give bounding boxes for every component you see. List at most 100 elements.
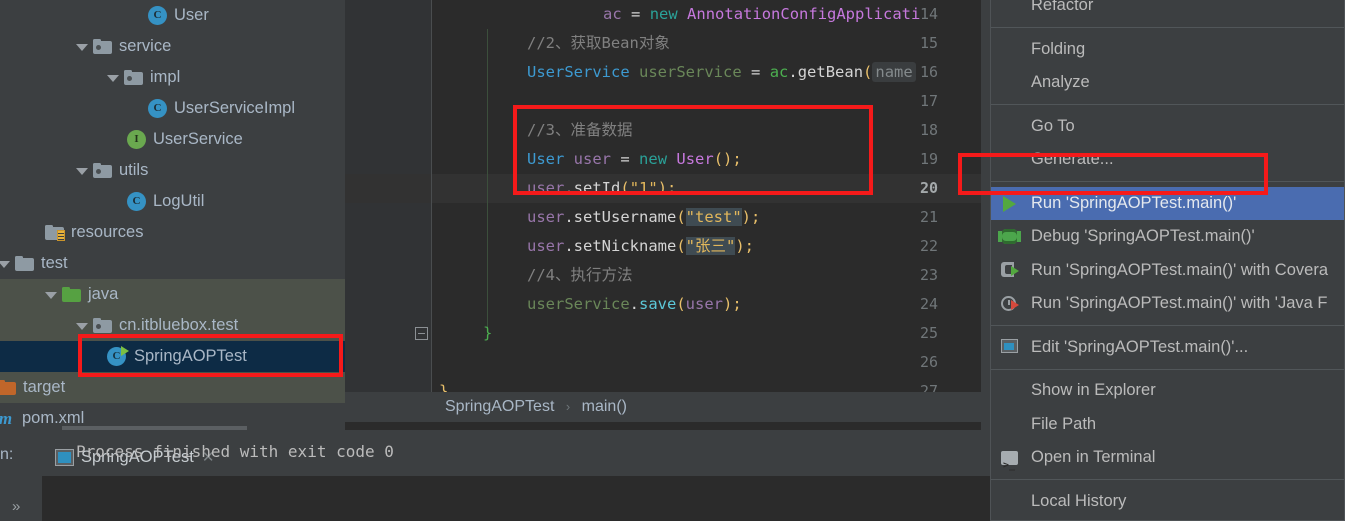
package-folder-icon <box>93 38 112 54</box>
editor-right-edge <box>981 0 985 430</box>
menu-item-label: Run 'SpringAOPTest.main()' with 'Java F <box>1031 294 1328 312</box>
code-token: user <box>685 295 723 313</box>
menu-item-refactor[interactable]: Refactor <box>991 0 1344 23</box>
tree-item-java[interactable]: java <box>0 279 345 310</box>
breadcrumb-class[interactable]: SpringAOPTest <box>445 398 554 415</box>
chevron-down-icon[interactable] <box>45 288 58 301</box>
maven-icon: m <box>0 409 13 428</box>
code-token: User <box>676 150 714 168</box>
console-output-area[interactable] <box>42 476 990 521</box>
code-line-14: ac = new AnnotationConfigApplicati <box>345 0 985 29</box>
code-token: user <box>527 237 565 255</box>
tree-item-label: resources <box>71 223 144 241</box>
code-token: ); <box>657 179 677 197</box>
chevron-down-icon[interactable] <box>76 40 89 53</box>
tree-item-impl[interactable]: impl <box>0 62 345 93</box>
tree-item-label: java <box>88 285 119 303</box>
code-line-22: user.setNickname("张三"); <box>345 232 985 261</box>
ide-window: C User service impl C UserServiceImpl I … <box>0 0 1345 521</box>
menu-item-run-with-coverage[interactable]: Run 'SpringAOPTest.main()' with Covera <box>991 254 1344 288</box>
menu-item-show-in-explorer[interactable]: Show in Explorer <box>991 374 1344 408</box>
menu-item-label: Open in Terminal <box>1031 448 1156 466</box>
code-token: ac <box>769 63 789 81</box>
code-editor[interactable]: 14 15 16 17 18 19 20 21 22 23 24 25 26 2… <box>345 0 985 430</box>
menu-item-label: File Path <box>1031 414 1097 433</box>
tree-item-logutil[interactable]: C LogUtil <box>0 186 345 217</box>
code-token: . <box>788 63 798 81</box>
code-token: User <box>527 150 565 168</box>
parameter-hint: name <box>872 62 916 82</box>
breadcrumb-separator: › <box>565 399 571 414</box>
menu-item-run-main[interactable]: Run 'SpringAOPTest.main()' <box>991 186 1344 220</box>
tree-item-label: impl <box>150 68 181 86</box>
menu-item-generate[interactable]: Generate... <box>991 143 1344 177</box>
interface-icon: I <box>127 130 146 149</box>
menu-separator <box>991 368 1344 370</box>
menu-item-folding[interactable]: Folding <box>991 33 1344 67</box>
code-token: "1" <box>629 179 658 197</box>
tree-item-package[interactable]: cn.itbluebox.test <box>0 310 345 341</box>
code-token: ); <box>741 208 761 226</box>
tree-item-userserviceimpl[interactable]: C UserServiceImpl <box>0 93 345 124</box>
menu-item-open-in-terminal[interactable]: Open in Terminal <box>991 441 1344 482</box>
tree-item-user[interactable]: C User <box>0 0 345 31</box>
code-line-20: user.setId("1"); <box>345 174 985 203</box>
chevron-down-icon[interactable] <box>76 319 89 332</box>
coverage-icon <box>999 260 1025 280</box>
debug-icon <box>998 227 1025 247</box>
breadcrumb-method[interactable]: main() <box>582 398 627 415</box>
code-line-19: User user = new User(); <box>345 145 985 174</box>
target-folder-icon <box>0 379 16 395</box>
tree-item-label: LogUtil <box>153 192 205 210</box>
menu-item-debug-main[interactable]: Debug 'SpringAOPTest.main()' <box>991 220 1344 254</box>
code-line-16: UserService userService = ac.getBean(nam… <box>345 58 985 87</box>
code-token: userService <box>639 63 742 81</box>
menu-item-label: Generate... <box>1031 150 1114 168</box>
package-folder-icon <box>93 317 112 333</box>
chevron-down-icon[interactable] <box>76 164 89 177</box>
code-token: (); <box>713 150 742 168</box>
class-icon: C <box>148 99 167 118</box>
menu-item-label: Run 'SpringAOPTest.main()' <box>1031 193 1237 212</box>
menu-item-label: Debug 'SpringAOPTest.main()' <box>1031 227 1255 245</box>
menu-item-edit-config[interactable]: Edit 'SpringAOPTest.main()'... <box>991 331 1344 365</box>
code-line-24: userService.save(user); <box>345 290 985 319</box>
menu-item-label: Analyze <box>1031 73 1090 91</box>
resources-folder-icon <box>45 224 65 241</box>
tree-item-test[interactable]: test <box>0 248 345 279</box>
package-folder-icon <box>124 69 143 85</box>
menu-item-label: Folding <box>1031 39 1086 58</box>
code-token: = <box>620 150 630 168</box>
code-token: = <box>631 5 641 23</box>
menu-item-file-path[interactable]: File Path <box>991 408 1344 442</box>
tree-item-service[interactable]: service <box>0 31 345 62</box>
tree-item-resources[interactable]: resources <box>0 217 345 248</box>
code-token: user <box>573 150 611 168</box>
menu-item-run-with-profiler[interactable]: Run 'SpringAOPTest.main()' with 'Java F <box>991 287 1344 321</box>
tree-item-springaoptest[interactable]: C SpringAOPTest <box>0 341 345 372</box>
project-tool-window[interactable]: C User service impl C UserServiceImpl I … <box>0 0 345 430</box>
code-token: user <box>527 179 565 197</box>
code-token: ( <box>676 208 686 226</box>
class-icon: C <box>148 6 167 25</box>
menu-item-analyze[interactable]: Analyze <box>991 66 1344 100</box>
editor-context-menu[interactable]: Refactor Folding Analyze Go To Generate.… <box>990 0 1345 521</box>
chevron-down-icon[interactable] <box>0 257 11 270</box>
menu-item-local-history[interactable]: Local History <box>991 485 1344 519</box>
console-output-text: Process finished with exit code 0 <box>76 442 394 461</box>
tree-item-target[interactable]: target <box>0 372 345 403</box>
tree-item-userservice[interactable]: I UserService <box>0 124 345 155</box>
code-token: . <box>629 295 639 313</box>
tree-item-utils[interactable]: utils <box>0 155 345 186</box>
expand-chevron-icon[interactable]: » <box>12 498 20 515</box>
menu-item-go-to[interactable]: Go To <box>991 110 1344 144</box>
run-tool-window[interactable]: n: SpringAOPTest ✕ » Process finished wi… <box>0 430 990 521</box>
run-config-icon <box>55 448 74 466</box>
code-token: UserService <box>527 63 630 81</box>
breadcrumb[interactable]: SpringAOPTest › main() <box>345 392 985 422</box>
code-token: setNickname <box>573 237 677 255</box>
tree-item-label: service <box>119 37 172 55</box>
code-token: new <box>649 5 678 23</box>
chevron-down-icon[interactable] <box>107 71 120 84</box>
run-window-label: n: <box>0 446 14 463</box>
